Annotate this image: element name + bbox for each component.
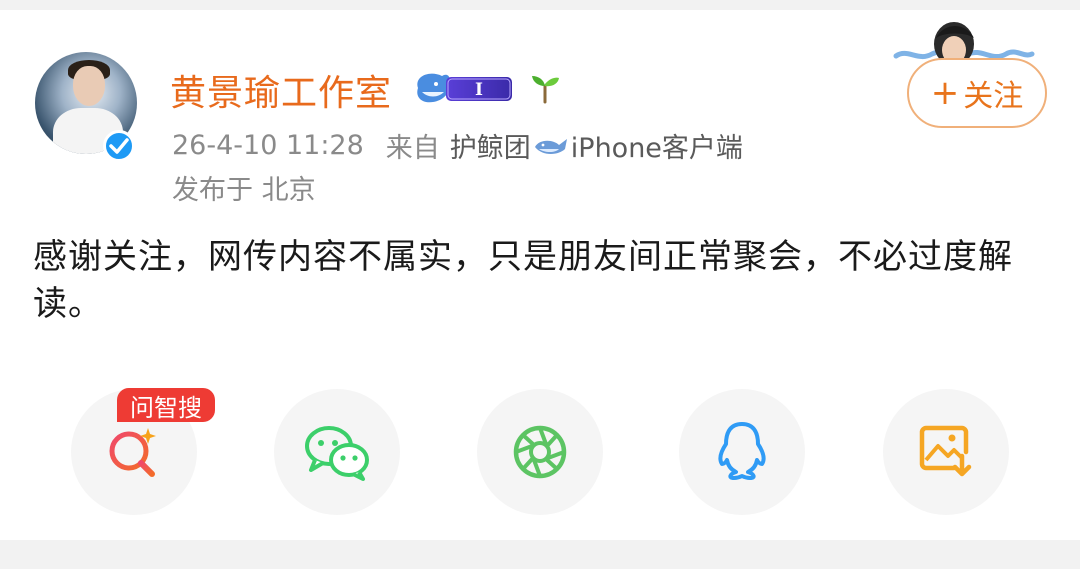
share-wechat-button[interactable] (274, 389, 400, 515)
post-meta: 26-4-10 11:28 来自 护鲸团 iPhone客户端 (172, 126, 743, 165)
avatar-face (73, 66, 105, 106)
share-moments-button[interactable] (477, 389, 603, 515)
ai-search-icon (109, 428, 156, 477)
moments-icon (513, 425, 567, 479)
source-app-name[interactable]: 护鲸团 (450, 126, 531, 165)
level-badge-text: I (475, 80, 483, 100)
whale-icon (534, 138, 567, 154)
ai-search-tag: 问智搜 (117, 388, 215, 422)
sprout-icon (532, 76, 559, 104)
bottom-divider (0, 540, 1080, 569)
top-divider (0, 0, 1080, 10)
whale-level-badge[interactable]: I (412, 68, 516, 108)
save-image-icon (919, 425, 972, 477)
timestamp: 26-4-10 11:28 (172, 130, 364, 161)
source-client[interactable]: iPhone客户端 (571, 126, 743, 165)
qq-icon (718, 422, 766, 480)
plus-icon: + (930, 73, 960, 113)
post-location: 发布于 北京 (172, 175, 316, 206)
verified-icon (103, 130, 135, 162)
share-save-image-button[interactable] (883, 389, 1009, 515)
post-content: 感谢关注，网传内容不属实，只是朋友间正常聚会，不必过度解读。 (33, 237, 1013, 324)
follow-button[interactable]: + 关注 (907, 58, 1047, 128)
username[interactable]: 黄景瑜工作室 (170, 64, 392, 116)
follow-label: 关注 (963, 79, 1024, 114)
wechat-icon (305, 426, 369, 481)
share-qq-button[interactable] (679, 389, 805, 515)
source-prefix: 来自 (385, 133, 440, 164)
